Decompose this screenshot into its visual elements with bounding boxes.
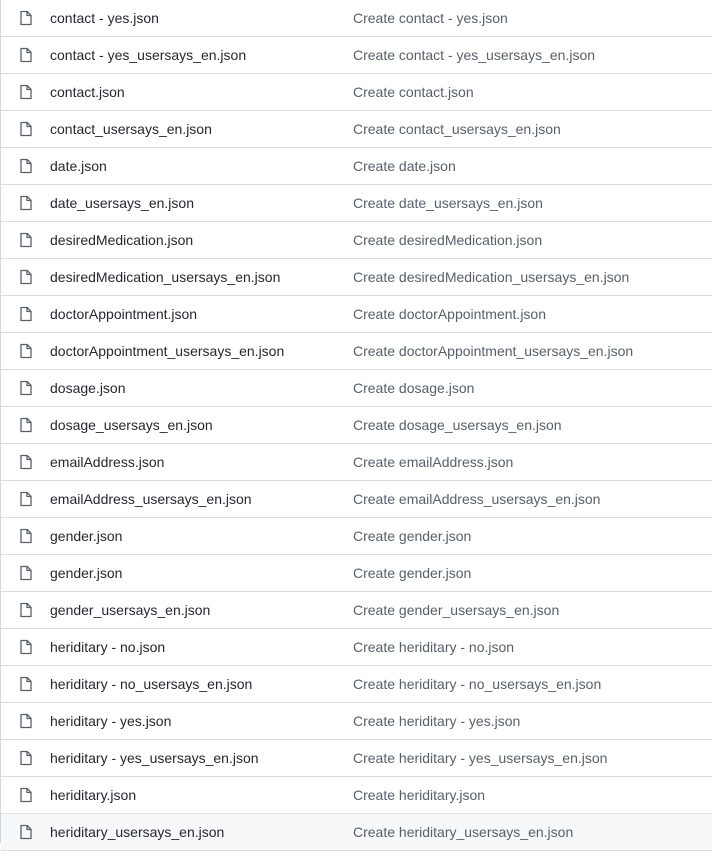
file-icon [18,639,34,655]
file-row[interactable]: desiredMedication.json Create desiredMed… [1,222,712,259]
commit-message-link[interactable]: Create emailAddress_usersays_en.json [353,490,600,508]
file-list: contact - yes.json Create contact - yes.… [0,0,712,851]
file-row[interactable]: contact - yes.json Create contact - yes.… [1,0,712,37]
commit-message-link[interactable]: Create emailAddress.json [353,453,513,471]
file-icon [18,824,34,840]
file-row[interactable]: gender_usersays_en.json Create gender_us… [1,592,712,629]
commit-message-link[interactable]: Create date_usersays_en.json [353,194,543,212]
commit-message-link[interactable]: Create gender.json [353,564,471,582]
commit-message-link[interactable]: Create contact_usersays_en.json [353,120,561,138]
commit-message-link[interactable]: Create desiredMedication.json [353,231,542,249]
file-icon [18,565,34,581]
file-name-link[interactable]: doctorAppointment.json [50,305,197,323]
file-row[interactable]: dosage_usersays_en.json Create dosage_us… [1,407,712,444]
file-name-link[interactable]: contact_usersays_en.json [50,120,212,138]
file-row[interactable]: contact.json Create contact.json [1,74,712,111]
file-row[interactable]: doctorAppointment_usersays_en.json Creat… [1,333,712,370]
file-row[interactable]: gender.json Create gender.json [1,518,712,555]
file-name-link[interactable]: contact - yes_usersays_en.json [50,46,246,64]
commit-message-link[interactable]: Create dosage.json [353,379,474,397]
file-icon [18,158,34,174]
file-row[interactable]: emailAddress.json Create emailAddress.js… [1,444,712,481]
file-name-link[interactable]: date.json [50,157,107,175]
file-name-link[interactable]: heriditary - yes.json [50,712,171,730]
file-name-link[interactable]: dosage_usersays_en.json [50,416,213,434]
file-icon [18,528,34,544]
file-icon [18,306,34,322]
commit-message-link[interactable]: Create contact.json [353,83,474,101]
commit-message-link[interactable]: Create contact - yes_usersays_en.json [353,46,595,64]
file-name-link[interactable]: contact - yes.json [50,9,159,27]
file-name-link[interactable]: desiredMedication_usersays_en.json [50,268,280,286]
file-icon [18,454,34,470]
file-name-link[interactable]: heriditary.json [50,786,136,804]
file-row[interactable]: doctorAppointment.json Create doctorAppo… [1,296,712,333]
commit-message-link[interactable]: Create heriditary - no.json [353,638,514,656]
file-row[interactable]: emailAddress_usersays_en.json Create ema… [1,481,712,518]
file-icon [18,343,34,359]
file-row[interactable]: heriditary.json Create heriditary.json [1,777,712,814]
file-name-link[interactable]: heriditary - no_usersays_en.json [50,675,252,693]
file-row[interactable]: date.json Create date.json [1,148,712,185]
file-name-link[interactable]: heriditary_usersays_en.json [50,823,224,841]
file-name-link[interactable]: heriditary - no.json [50,638,165,656]
file-icon [18,269,34,285]
file-icon [18,121,34,137]
file-row[interactable]: contact - yes_usersays_en.json Create co… [1,37,712,74]
file-row[interactable]: heriditary - yes.json Create heriditary … [1,703,712,740]
file-name-link[interactable]: emailAddress_usersays_en.json [50,490,252,508]
commit-message-link[interactable]: Create gender.json [353,527,471,545]
file-name-link[interactable]: date_usersays_en.json [50,194,194,212]
commit-message-link[interactable]: Create heriditary - yes.json [353,712,520,730]
file-row[interactable]: heriditary - no.json Create heriditary -… [1,629,712,666]
file-name-link[interactable]: desiredMedication.json [50,231,193,249]
file-name-link[interactable]: gender.json [50,527,122,545]
file-name-link[interactable]: doctorAppointment_usersays_en.json [50,342,284,360]
commit-message-link[interactable]: Create gender_usersays_en.json [353,601,559,619]
file-row[interactable]: date_usersays_en.json Create date_usersa… [1,185,712,222]
commit-message-link[interactable]: Create date.json [353,157,456,175]
file-icon [18,232,34,248]
file-icon [18,491,34,507]
file-icon [18,380,34,396]
file-icon [18,602,34,618]
file-row[interactable]: contact_usersays_en.json Create contact_… [1,111,712,148]
file-icon [18,84,34,100]
file-icon [18,713,34,729]
file-name-link[interactable]: dosage.json [50,379,126,397]
file-name-link[interactable]: heriditary - yes_usersays_en.json [50,749,259,767]
file-row[interactable]: gender.json Create gender.json [1,555,712,592]
file-name-link[interactable]: gender_usersays_en.json [50,601,210,619]
file-icon [18,47,34,63]
file-icon [18,676,34,692]
file-name-link[interactable]: gender.json [50,564,122,582]
commit-message-link[interactable]: Create heriditary - no_usersays_en.json [353,675,601,693]
commit-message-link[interactable]: Create doctorAppointment.json [353,305,546,323]
file-name-link[interactable]: contact.json [50,83,125,101]
file-icon [18,417,34,433]
file-icon [18,787,34,803]
commit-message-link[interactable]: Create contact - yes.json [353,9,508,27]
commit-message-link[interactable]: Create desiredMedication_usersays_en.jso… [353,268,629,286]
commit-message-link[interactable]: Create dosage_usersays_en.json [353,416,562,434]
file-name-link[interactable]: emailAddress.json [50,453,164,471]
file-row[interactable]: heriditary - yes_usersays_en.json Create… [1,740,712,777]
file-row[interactable]: heriditary - no_usersays_en.json Create … [1,666,712,703]
file-row[interactable]: desiredMedication_usersays_en.json Creat… [1,259,712,296]
file-icon [18,195,34,211]
file-icon [18,10,34,26]
commit-message-link[interactable]: Create doctorAppointment_usersays_en.jso… [353,342,633,360]
file-row[interactable]: dosage.json Create dosage.json [1,370,712,407]
commit-message-link[interactable]: Create heriditary_usersays_en.json [353,823,573,841]
file-icon [18,750,34,766]
commit-message-link[interactable]: Create heriditary.json [353,786,485,804]
commit-message-link[interactable]: Create heriditary - yes_usersays_en.json [353,749,607,767]
file-row[interactable]: heriditary_usersays_en.json Create herid… [1,814,712,851]
